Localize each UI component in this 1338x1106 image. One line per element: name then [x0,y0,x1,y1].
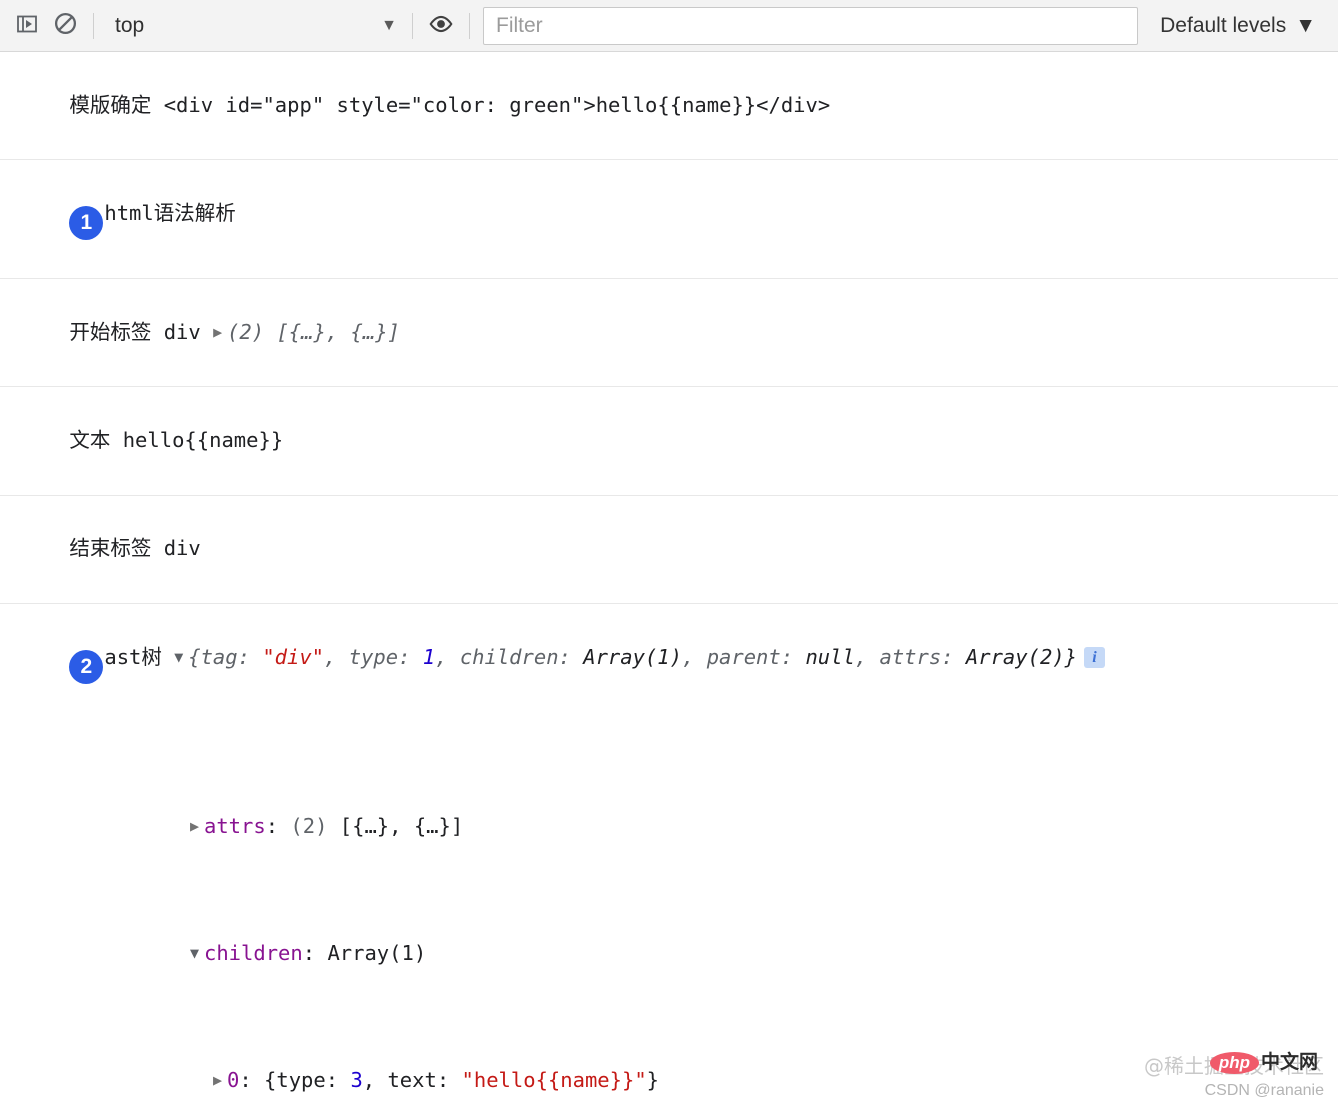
property-value: Array(1) [327,941,427,966]
end-tag-name: div [163,536,201,561]
clear-console-button[interactable] [46,7,84,45]
log-levels-selector[interactable]: Default levels ▼ [1142,14,1326,38]
toolbar-divider-1 [93,12,94,39]
property-name: 0 [227,1068,240,1093]
row-label: 模版确定 [69,92,152,117]
property-name: attrs [204,814,266,839]
row-label: html语法解析 [104,201,236,226]
execution-context-selector[interactable]: top ▼ [103,9,403,43]
chevron-down-icon: ▼ [1295,13,1316,37]
expand-triangle-icon[interactable]: ▶ [213,1069,227,1092]
property-name: children [204,941,303,966]
text-value: hello{{name}} [122,428,284,453]
tree-line[interactable]: ▶ 0: {type: 3, text: "hello{{name}}"} [20,1065,1330,1097]
toolbar-divider-2 [412,12,413,39]
row-label: 开始标签 [69,319,152,344]
step-badge-1: 1 [69,206,104,241]
collapse-triangle-icon[interactable]: ▼ [174,646,188,669]
console-message-list: 模版确定 <div id="app" style="color: green">… [0,52,1338,1106]
tree-line[interactable]: ▼ children: Array(1) [20,938,1330,970]
execution-context-label: top [115,13,145,37]
ast-tree-body: ▶ attrs: (2) [{…}, {…}] ▼ children: Array(… [20,748,1330,1106]
start-tag-name: div [163,319,201,344]
ast-preview: {tag: "div", type: 1, children: Array(1)… [188,644,1077,669]
console-row-ast-tree[interactable]: 2 ast树 ▼ {tag: "div", type: 1, children: A… [0,604,1338,1106]
row-label: ast树 [104,644,162,669]
clear-console-icon [53,11,78,40]
collapse-triangle-icon[interactable]: ▼ [190,942,204,965]
chevron-down-icon: ▼ [381,16,397,34]
property-value: [{…}, {…}] [339,814,464,839]
console-row-template[interactable]: 模版确定 <div id="app" style="color: green">… [0,52,1338,161]
row-label: 文本 [69,428,111,453]
sidebar-panel-icon [15,12,39,40]
filter-input[interactable] [483,6,1139,45]
template-code: <div id="app" style="color: green">hello… [163,92,831,117]
row-label: 结束标签 [69,536,152,561]
sidebar-panel-button[interactable] [8,7,46,45]
start-tag-preview: (2) [{…}, {…}] [227,319,400,344]
live-expression-eye-icon [428,11,454,41]
console-row-end-tag[interactable]: 结束标签 div [0,496,1338,604]
console-row-text[interactable]: 文本 hello{{name}} [0,387,1338,496]
log-levels-label: Default levels [1160,13,1287,37]
expand-triangle-icon[interactable]: ▶ [213,321,227,344]
live-expression-button[interactable] [422,7,460,45]
console-toolbar: top ▼ Default levels ▼ [0,0,1338,52]
console-row-start-tag[interactable]: 开始标签 div ▶ (2) [{…}, {…}] [0,279,1338,388]
toolbar-divider-3 [469,12,470,39]
expand-triangle-icon[interactable]: ▶ [190,815,204,838]
step-badge-2: 2 [69,650,104,685]
tree-line[interactable]: ▶ attrs: (2) [{…}, {…}] [20,811,1330,843]
info-icon[interactable]: i [1084,646,1105,668]
console-row-html-parse[interactable]: 1 html语法解析 [0,160,1338,280]
